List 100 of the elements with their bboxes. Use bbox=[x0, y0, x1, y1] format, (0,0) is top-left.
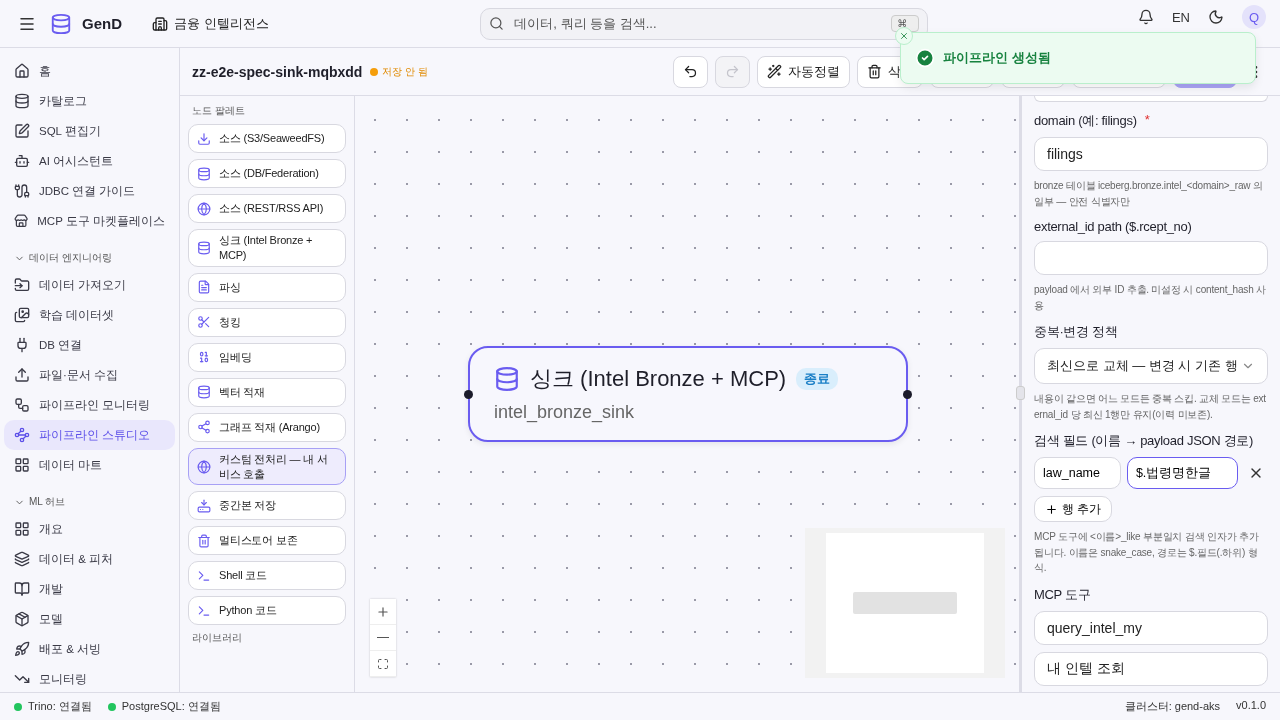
sidebar-item[interactable]: JDBC 연결 가이드 bbox=[4, 176, 175, 206]
sidebar-item[interactable]: 파일·문서 수집 bbox=[4, 360, 175, 390]
search-icon bbox=[489, 16, 505, 31]
node-type-icon bbox=[197, 240, 211, 255]
field-label: domain (예: filings) * bbox=[1034, 112, 1151, 130]
palette-item[interactable]: 커스텀 전처리 — 내 서비스 호출 bbox=[188, 447, 346, 486]
sidebar-item[interactable]: 홈 bbox=[4, 56, 175, 86]
sidebar-item[interactable]: 데이터 마트 bbox=[4, 450, 175, 480]
sidebar-item[interactable]: 학습 데이터셋 bbox=[4, 300, 175, 330]
sidebar-item[interactable]: 모델 bbox=[4, 604, 175, 634]
palette-item[interactable]: 싱크 (Intel Bronze + MCP) bbox=[188, 229, 346, 267]
bell-icon bbox=[1137, 9, 1154, 25]
connection-status: PostgreSQL: 연결됨 bbox=[121, 699, 221, 714]
sidebar-item[interactable]: 모니터링 bbox=[4, 664, 175, 692]
plus-icon bbox=[376, 604, 390, 619]
node-type-icon bbox=[197, 201, 211, 216]
language-button[interactable]: EN bbox=[1171, 9, 1190, 25]
undo-icon bbox=[683, 64, 698, 79]
palette-item[interactable]: 중간본 저장 bbox=[188, 491, 346, 521]
palette-item[interactable]: 벡터 적재 bbox=[188, 377, 346, 407]
field-label: external_id path ($.rcept_no) bbox=[1034, 219, 1193, 234]
node-type-icon bbox=[197, 131, 211, 146]
sidebar-item[interactable]: DB 연결 bbox=[4, 330, 175, 360]
node-type-icon bbox=[197, 350, 211, 365]
palette-item[interactable]: 청킹 bbox=[188, 307, 346, 337]
search-bar[interactable]: 데이터, 쿼리 등을 검색... ⌘ bbox=[480, 7, 929, 40]
field-hint: 내용이 같으면 어느 모드든 중복 스킵. 교체 모드는 external_id 당 최신 1행만 유지(이력 미보존). bbox=[1034, 392, 1267, 422]
palette-item[interactable]: 소스 (REST/RSS API) bbox=[188, 194, 346, 223]
zoom-in-button[interactable] bbox=[370, 599, 396, 625]
magic-wand-icon bbox=[767, 64, 782, 79]
sidebar-item[interactable]: 개발 bbox=[4, 574, 175, 604]
palette-item[interactable]: Shell 코드 bbox=[188, 561, 346, 591]
input-field[interactable]: 내 인텔 조회 bbox=[1034, 651, 1268, 686]
building-icon bbox=[152, 15, 168, 32]
palette-item[interactable]: 그래프 적재 (Arango) bbox=[188, 412, 346, 442]
field-hint: MCP 도구에 <이름>_like 부분일치 검색 인자가 추가됩니다. 이름은 snake_case, 경로는 $.필드(.하위) 형식. bbox=[1034, 530, 1260, 575]
user-avatar[interactable]: Q bbox=[1242, 5, 1266, 29]
node-type-icon bbox=[197, 315, 211, 330]
sidebar-item[interactable]: 개요 bbox=[4, 514, 175, 544]
cluster-label: 클러스터: gend-aks bbox=[1124, 699, 1221, 714]
library-title: 라이브러리 bbox=[191, 631, 243, 646]
node-type-icon bbox=[197, 420, 211, 435]
sidebar-item[interactable]: AI 어시스턴트 bbox=[4, 146, 175, 176]
node-type-icon bbox=[197, 459, 211, 474]
field-hint: payload 에서 외부 ID 추출. 미설정 시 content_hash 사용 bbox=[1034, 283, 1267, 313]
node-title: 싱크 (Intel Bronze + MCP) bbox=[530, 365, 787, 393]
palette-title: 노드 팔레트 bbox=[191, 104, 246, 118]
toast-message: 파이프라인 생성됨 bbox=[943, 49, 1051, 67]
input-field[interactable]: filings bbox=[1034, 137, 1268, 171]
section-header[interactable]: ML 허브 bbox=[4, 490, 175, 514]
add-row-button[interactable]: 행 추가 bbox=[1034, 496, 1113, 522]
input-field[interactable]: query_intel_my bbox=[1034, 610, 1268, 645]
toolbar-button[interactable]: 자동정렬 bbox=[757, 55, 850, 88]
node-type-icon bbox=[197, 498, 211, 513]
search-field[interactable]: 데이터, 쿼리 등을 검색... bbox=[512, 15, 884, 32]
plus-icon bbox=[1045, 502, 1058, 516]
fullscreen-icon bbox=[377, 657, 389, 670]
sidebar-item[interactable]: 파이프라인 모니터링 bbox=[4, 390, 175, 420]
redo-icon bbox=[725, 64, 740, 79]
sidebar-item[interactable]: 데이터 가져오기 bbox=[4, 270, 175, 300]
palette-item[interactable]: 임베딩 bbox=[188, 342, 346, 372]
field-label: MCP 도구 bbox=[1034, 585, 1092, 604]
moon-icon bbox=[1208, 9, 1224, 25]
node-type-icon bbox=[197, 385, 211, 400]
select-field[interactable]: 최신으로 교체 — 변경 시 기존 행 bbox=[1034, 348, 1268, 384]
node-type-icon bbox=[197, 280, 211, 295]
undo-button[interactable] bbox=[673, 55, 708, 88]
close-icon bbox=[899, 31, 909, 41]
trash-icon bbox=[867, 64, 882, 79]
sidebar-item[interactable]: MCP 도구 마켓플레이스 bbox=[4, 206, 175, 236]
resize-handle[interactable] bbox=[1016, 386, 1025, 400]
node-handle[interactable] bbox=[464, 390, 473, 399]
check-icon bbox=[915, 48, 935, 68]
field-hint: bronze 테이블 iceberg.bronze.intel_<domain>_raw 의 일부 — 안전 식별자만 bbox=[1034, 179, 1264, 209]
field-label: 중복·변경 정책 bbox=[1034, 323, 1119, 341]
workspace-button[interactable]: 금융 인텔리전스 bbox=[146, 13, 275, 34]
version-label: v0.1.0 bbox=[1236, 699, 1266, 713]
sidebar-item[interactable]: SQL 편집기 bbox=[4, 116, 175, 146]
palette-item[interactable]: 소스 (S3/SeaweedFS) bbox=[188, 124, 346, 153]
input-field[interactable]: law_name bbox=[1034, 457, 1121, 489]
sidebar-item[interactable]: 데이터 & 피처 bbox=[4, 544, 175, 574]
section-header[interactable]: 데이터 엔지니어링 bbox=[4, 246, 175, 270]
palette-item[interactable]: 파싱 bbox=[188, 272, 346, 302]
sidebar-item[interactable]: 배포 & 서빙 bbox=[4, 634, 175, 664]
palette-item[interactable]: 멀티스토어 보존 bbox=[188, 526, 346, 556]
pipeline-name: zz-e2e-spec-sink-mqbxdd bbox=[192, 63, 363, 80]
node-handle[interactable] bbox=[903, 390, 912, 399]
input-field[interactable]: $.법령명한글 bbox=[1126, 457, 1238, 489]
palette-item[interactable]: 소스 (DB/Federation) bbox=[188, 159, 346, 188]
field-label: 검색 필드 (이름 → payload JSON 경로) bbox=[1034, 432, 1255, 450]
node-type-icon bbox=[197, 533, 211, 548]
sidebar-item[interactable]: 카탈로그 bbox=[4, 86, 175, 116]
palette-item[interactable]: Python 코드 bbox=[188, 596, 346, 626]
node-type-icon bbox=[197, 568, 211, 583]
database-logo-icon bbox=[50, 12, 72, 35]
node-subtitle: intel_bronze_sink bbox=[494, 402, 636, 423]
connection-status: Trino: 연결됨 bbox=[28, 699, 92, 714]
sidebar-item[interactable]: 파이프라인 스튜디오 bbox=[4, 420, 175, 450]
node-type-icon bbox=[197, 166, 211, 181]
fit-view-button[interactable] bbox=[370, 651, 396, 677]
